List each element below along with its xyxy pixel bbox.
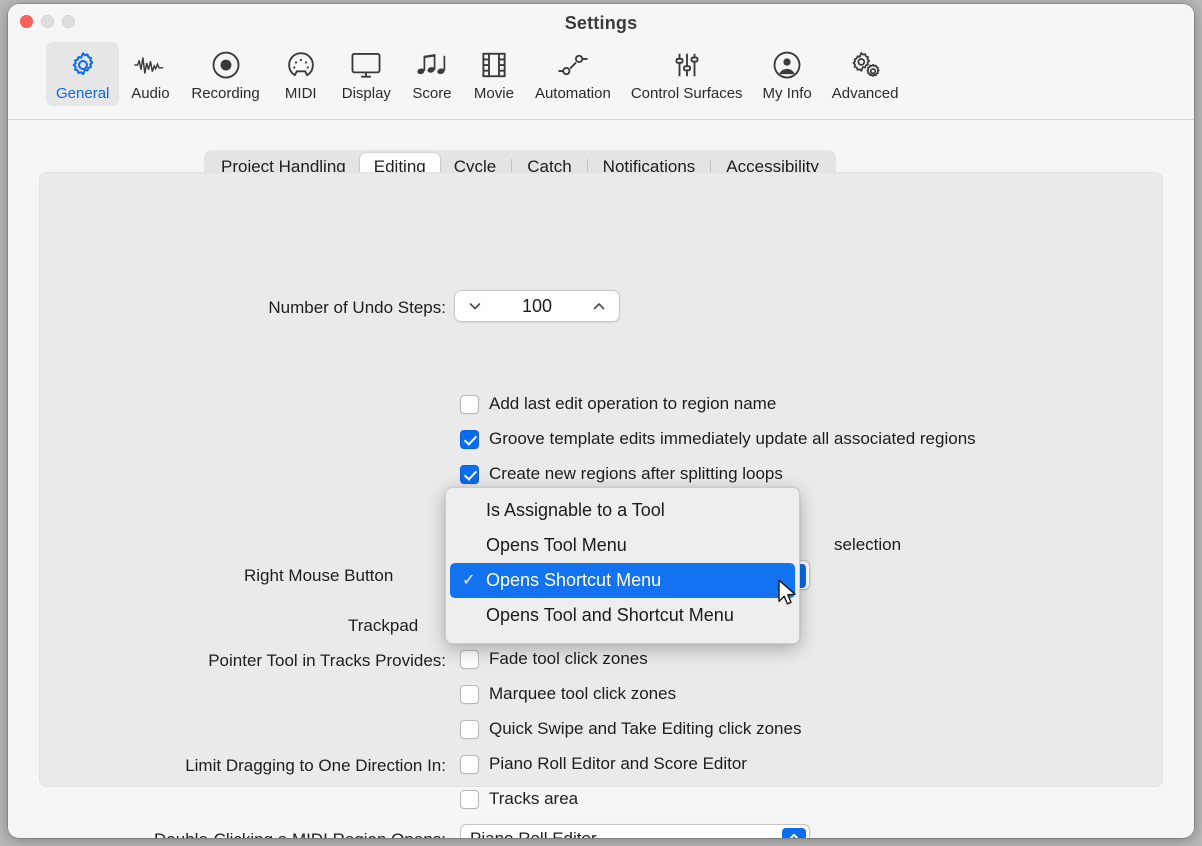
monitor-icon xyxy=(350,47,382,83)
tracks-area-label: Tracks area xyxy=(489,789,578,809)
limit-dragging-label: Limit Dragging to One Direction In: xyxy=(8,756,454,776)
double-click-value: Piano Roll Editor xyxy=(470,829,597,838)
double-click-label: Double-Clicking a MIDI Region Opens: xyxy=(8,830,454,838)
create-new-regions-label: Create new regions after splitting loops xyxy=(489,464,783,484)
settings-window: Settings General Audio xyxy=(8,4,1194,838)
marquee-tool-checkbox[interactable] xyxy=(460,685,479,704)
menu-item-opens-shortcut-menu[interactable]: ✓ Opens Shortcut Menu xyxy=(450,563,795,598)
toolbar-item-control-surfaces[interactable]: Control Surfaces xyxy=(621,42,753,106)
create-new-regions-row[interactable]: Create new regions after splitting loops xyxy=(460,464,783,484)
toolbar-item-movie[interactable]: Movie xyxy=(463,42,525,106)
settings-body: Project Handling Editing Cycle Catch Not… xyxy=(8,120,1194,837)
title-bar: Settings General Audio xyxy=(8,4,1194,120)
film-strip-icon xyxy=(480,47,508,83)
menu-item-label: Opens Tool and Shortcut Menu xyxy=(486,605,734,626)
right-mouse-button-dropdown-menu: Is Assignable to a Tool Opens Tool Menu … xyxy=(445,487,800,644)
menu-item-label: Is Assignable to a Tool xyxy=(486,500,665,521)
menu-item-is-assignable-to-a-tool[interactable]: Is Assignable to a Tool xyxy=(450,493,795,528)
toolbar-label: Display xyxy=(342,85,391,102)
toolbar-item-display[interactable]: Display xyxy=(332,42,401,106)
settings-toolbar: General Audio Recording xyxy=(8,42,1194,106)
menu-item-opens-tool-menu[interactable]: Opens Tool Menu xyxy=(450,528,795,563)
gear-icon xyxy=(68,47,98,83)
toolbar-label: Audio xyxy=(131,85,169,102)
window-title: Settings xyxy=(8,13,1194,34)
record-circle-icon xyxy=(211,47,241,83)
toolbar-item-recording[interactable]: Recording xyxy=(181,42,269,106)
menu-item-opens-tool-and-shortcut-menu[interactable]: Opens Tool and Shortcut Menu xyxy=(450,598,795,633)
right-mouse-button-label: Right Mouse Button xyxy=(244,566,393,586)
quick-swipe-row[interactable]: Quick Swipe and Take Editing click zones xyxy=(460,719,801,739)
person-circle-icon xyxy=(772,47,802,83)
add-last-edit-row[interactable]: Add last edit operation to region name xyxy=(460,394,776,414)
toolbar-item-score[interactable]: Score xyxy=(401,42,463,106)
undo-steps-label: Number of Undo Steps: xyxy=(8,298,454,318)
fade-tool-row[interactable]: Fade tool click zones xyxy=(460,649,648,669)
midi-connector-icon xyxy=(286,47,316,83)
piano-roll-score-checkbox[interactable] xyxy=(460,755,479,774)
groove-template-row[interactable]: Groove template edits immediately update… xyxy=(460,429,976,449)
obscured-selection-text: selection xyxy=(834,535,901,555)
toolbar-label: My Info xyxy=(763,85,812,102)
toolbar-label: Movie xyxy=(474,85,514,102)
fade-tool-label: Fade tool click zones xyxy=(489,649,648,669)
toolbar-item-automation[interactable]: Automation xyxy=(525,42,621,106)
fade-tool-checkbox[interactable] xyxy=(460,650,479,669)
tracks-area-row[interactable]: Tracks area xyxy=(460,789,578,809)
automation-node-icon xyxy=(556,47,590,83)
groove-template-checkbox[interactable] xyxy=(460,430,479,449)
trackpad-label: Trackpad xyxy=(348,616,418,636)
toolbar-label: Advanced xyxy=(832,85,899,102)
toolbar-label: Automation xyxy=(535,85,611,102)
sliders-icon xyxy=(672,47,702,83)
toolbar-item-audio[interactable]: Audio xyxy=(119,42,181,106)
pointer-tool-label: Pointer Tool in Tracks Provides: xyxy=(8,651,454,671)
menu-check-icon: ✓ xyxy=(462,573,475,589)
marquee-tool-row[interactable]: Marquee tool click zones xyxy=(460,684,676,704)
marquee-tool-label: Marquee tool click zones xyxy=(489,684,676,704)
popup-updown-arrow-icon xyxy=(782,828,806,838)
groove-template-label: Groove template edits immediately update… xyxy=(489,429,976,449)
toolbar-label: Recording xyxy=(191,85,259,102)
toolbar-label: General xyxy=(56,85,109,102)
piano-roll-score-row[interactable]: Piano Roll Editor and Score Editor xyxy=(460,754,747,774)
double-gear-icon xyxy=(849,47,881,83)
toolbar-label: MIDI xyxy=(285,85,317,102)
create-new-regions-checkbox[interactable] xyxy=(460,465,479,484)
toolbar-item-general[interactable]: General xyxy=(46,42,119,106)
toolbar-label: Score xyxy=(412,85,451,102)
toolbar-item-my-info[interactable]: My Info xyxy=(753,42,822,106)
chevron-up-icon[interactable] xyxy=(591,298,607,314)
waveform-icon xyxy=(133,47,167,83)
quick-swipe-label: Quick Swipe and Take Editing click zones xyxy=(489,719,801,739)
mouse-cursor xyxy=(778,579,798,612)
add-last-edit-checkbox[interactable] xyxy=(460,395,479,414)
toolbar-item-advanced[interactable]: Advanced xyxy=(822,42,909,106)
menu-item-label: Opens Shortcut Menu xyxy=(486,570,661,591)
double-click-popup[interactable]: Piano Roll Editor xyxy=(460,824,810,838)
menu-item-label: Opens Tool Menu xyxy=(486,535,627,556)
toolbar-item-midi[interactable]: MIDI xyxy=(270,42,332,106)
music-notes-icon xyxy=(416,47,448,83)
chevron-down-icon[interactable] xyxy=(467,298,483,314)
tracks-area-checkbox[interactable] xyxy=(460,790,479,809)
piano-roll-score-label: Piano Roll Editor and Score Editor xyxy=(489,754,747,774)
undo-steps-value: 100 xyxy=(483,296,591,317)
quick-swipe-checkbox[interactable] xyxy=(460,720,479,739)
add-last-edit-label: Add last edit operation to region name xyxy=(489,394,776,414)
undo-steps-stepper[interactable]: 100 xyxy=(454,290,620,322)
toolbar-label: Control Surfaces xyxy=(631,85,743,102)
